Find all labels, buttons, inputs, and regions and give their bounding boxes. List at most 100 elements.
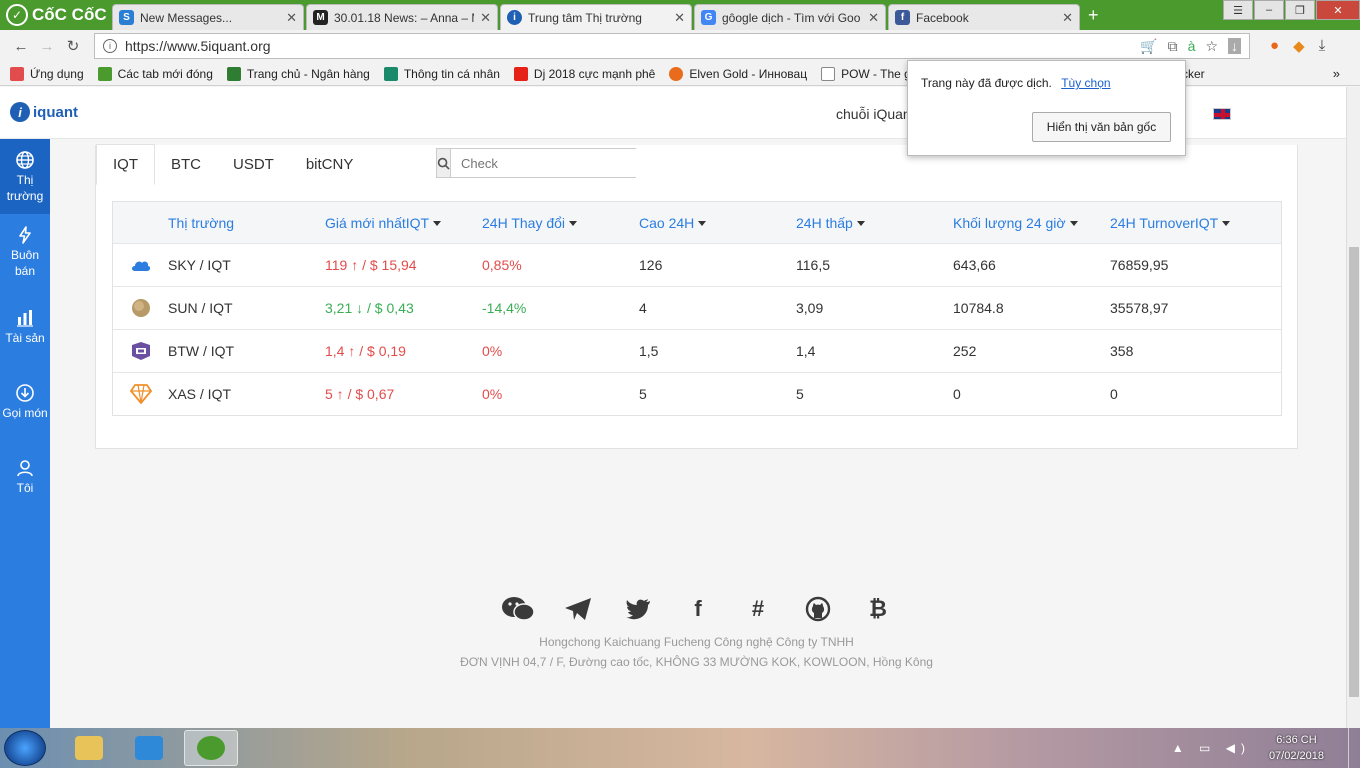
user-menu-icon[interactable]: ☰: [1223, 0, 1253, 20]
translate-options-link[interactable]: Tùy chọn: [1061, 76, 1110, 90]
star-icon[interactable]: ☆: [1205, 38, 1218, 55]
close-icon[interactable]: ✕: [1062, 10, 1073, 26]
pair-cell[interactable]: SKY / IQT: [168, 257, 325, 273]
search-input[interactable]: [451, 149, 637, 177]
search-icon[interactable]: [437, 149, 451, 177]
forward-icon[interactable]: →: [34, 34, 60, 58]
change-cell: 0,85%: [482, 257, 522, 273]
browser-name: CốC CốC: [32, 5, 107, 24]
sort-caret-icon: [1069, 221, 1078, 227]
url-text[interactable]: https://www.5iquant.org: [125, 38, 1140, 54]
bookmark-item[interactable]: Elven Gold - Инновац: [669, 66, 808, 81]
vietnamese-input-icon[interactable]: à: [1188, 38, 1196, 54]
browser-tab[interactable]: f Facebook ✕: [888, 4, 1080, 30]
tab-btc[interactable]: BTC: [155, 144, 217, 185]
address-bar[interactable]: i https://www.5iquant.org 🛒 ⧉ à ☆ ↓: [94, 33, 1250, 59]
back-icon[interactable]: ←: [8, 34, 34, 58]
browser-tab[interactable]: G gôogle dịch - Tìm với Goo ✕: [694, 4, 886, 30]
pair-cell[interactable]: BTW / IQT: [168, 343, 325, 359]
chevron-right-icon[interactable]: »: [1333, 66, 1340, 81]
telegram-icon[interactable]: [560, 595, 596, 623]
close-icon[interactable]: ✕: [674, 10, 685, 26]
high-cell: 1,5: [639, 343, 659, 359]
pair-cell[interactable]: XAS / IQT: [168, 386, 325, 402]
tab-bitcny[interactable]: bitCNY: [290, 144, 370, 185]
tray-icons[interactable]: ▲ ▭ ◀): [1172, 741, 1251, 755]
table-row[interactable]: SKY / IQT 119 ↑ / $ 15,94 0,85% 126 116,…: [113, 243, 1281, 286]
close-icon[interactable]: ✕: [868, 10, 879, 26]
bookmark-item[interactable]: Dj 2018 cực mạnh phê: [513, 66, 655, 81]
column-header[interactable]: 24H thấp: [796, 215, 953, 231]
reload-icon[interactable]: ↻: [60, 34, 86, 58]
download-manager-icon[interactable]: ⤓: [1319, 37, 1326, 55]
start-button[interactable]: [4, 730, 46, 766]
bitcoin-icon[interactable]: ₿: [860, 595, 896, 623]
sidebar-item-orders[interactable]: Gọi món: [0, 364, 50, 439]
bar-chart-icon: [17, 309, 33, 327]
tab-usdt[interactable]: USDT: [217, 144, 290, 185]
wechat-icon[interactable]: [500, 595, 536, 623]
table-row[interactable]: BTW / IQT 1,4 ↑ / $ 0,19 0% 1,5 1,4 252 …: [113, 329, 1281, 372]
close-icon[interactable]: ✕: [480, 10, 491, 26]
browser-logo[interactable]: ✓ CốC CốC: [0, 0, 112, 30]
bookmark-item[interactable]: Trang chủ - Ngân hàng: [226, 66, 370, 81]
bookmark-item[interactable]: Thông tin cá nhân: [383, 66, 500, 81]
column-header[interactable]: Cao 24H: [639, 215, 796, 231]
metamask-fox-icon[interactable]: ◆: [1293, 37, 1305, 55]
brand-logo[interactable]: i iquant: [10, 102, 78, 122]
page-icon: [821, 66, 836, 81]
taskbar-explorer[interactable]: [62, 730, 116, 766]
show-desktop-button[interactable]: [1348, 728, 1360, 768]
minimize-icon[interactable]: –: [1254, 0, 1284, 20]
translate-icon[interactable]: ⧉: [1168, 38, 1178, 55]
bookmark-label: POW - The gl: [841, 66, 914, 81]
column-header[interactable]: 24H Thay đổi: [482, 215, 639, 231]
sidebar-item-market[interactable]: Thị trường: [0, 139, 50, 214]
github-icon[interactable]: [800, 595, 836, 623]
restore-icon[interactable]: ❐: [1285, 0, 1315, 20]
high-cell: 5: [639, 386, 647, 402]
facebook-icon[interactable]: f: [680, 595, 716, 623]
system-tray: ▲ ▭ ◀) 6:36 CH 07/02/2018: [1172, 728, 1360, 768]
scrollbar-thumb[interactable]: [1349, 247, 1359, 697]
bookmark-item[interactable]: POW - The gl: [821, 66, 914, 81]
header-nav-link[interactable]: chuỗi iQuan: [836, 106, 911, 122]
cart-icon[interactable]: 🛒: [1140, 38, 1157, 55]
sidebar-item-me[interactable]: Tôi: [0, 439, 50, 514]
sidebar-item-trade[interactable]: Buôn bán: [0, 214, 50, 289]
price-cell: 119 ↑ / $ 15,94: [325, 257, 417, 273]
browser-tab[interactable]: S New Messages... ✕: [112, 4, 304, 30]
column-header[interactable]: 24H TurnoverIQT: [1110, 215, 1280, 231]
show-original-button[interactable]: Hiển thị văn bản gốc: [1032, 112, 1171, 142]
close-icon[interactable]: ✕: [286, 10, 297, 26]
window-close-icon[interactable]: ✕: [1316, 0, 1360, 20]
new-tab-button[interactable]: +: [1088, 5, 1099, 26]
sidebar-item-assets[interactable]: Tài sản: [0, 289, 50, 364]
uk-flag-icon[interactable]: [1213, 108, 1231, 120]
download-icon[interactable]: ↓: [1228, 38, 1241, 54]
btw-coin-icon: [131, 342, 150, 360]
taskbar-coccoc[interactable]: [184, 730, 238, 766]
clock[interactable]: 6:36 CH 07/02/2018: [1269, 732, 1324, 764]
column-header[interactable]: Khối lượng 24 giờ: [953, 215, 1110, 231]
site-info-icon[interactable]: i: [103, 39, 117, 53]
browser-tab-active[interactable]: i Trung tâm Thị trường ✕: [500, 4, 692, 30]
table-row[interactable]: XAS / IQT 5 ↑ / $ 0,67 0% 5 5 0 0: [113, 372, 1281, 415]
media-player-icon: [135, 736, 163, 760]
taskbar-media[interactable]: [122, 730, 176, 766]
column-header[interactable]: Giá mới nhấtIQT: [325, 215, 482, 231]
page-scrollbar[interactable]: [1346, 87, 1360, 728]
column-header[interactable]: Thị trường: [168, 215, 325, 231]
bookmark-item[interactable]: Các tab mới đóng: [97, 66, 213, 81]
slack-icon[interactable]: #: [740, 595, 776, 623]
table-row[interactable]: SUN / IQT 3,21 ↓ / $ 0,43 -14,4% 4 3,09 …: [113, 286, 1281, 329]
bookmark-item[interactable]: Ứng dụng: [10, 66, 84, 81]
bookmark-label: Elven Gold - Инновац: [689, 66, 808, 81]
fire-extension-icon[interactable]: ●: [1270, 37, 1279, 55]
tab-iqt[interactable]: IQT: [96, 144, 155, 185]
twitter-icon[interactable]: [620, 595, 656, 623]
translate-message-text: Trang này đã được dịch.: [921, 76, 1052, 90]
pair-cell[interactable]: SUN / IQT: [168, 300, 325, 316]
browser-tab[interactable]: M 30.01.18 News: – Anna – M ✕: [306, 4, 498, 30]
elven-gold-icon: [669, 66, 684, 81]
